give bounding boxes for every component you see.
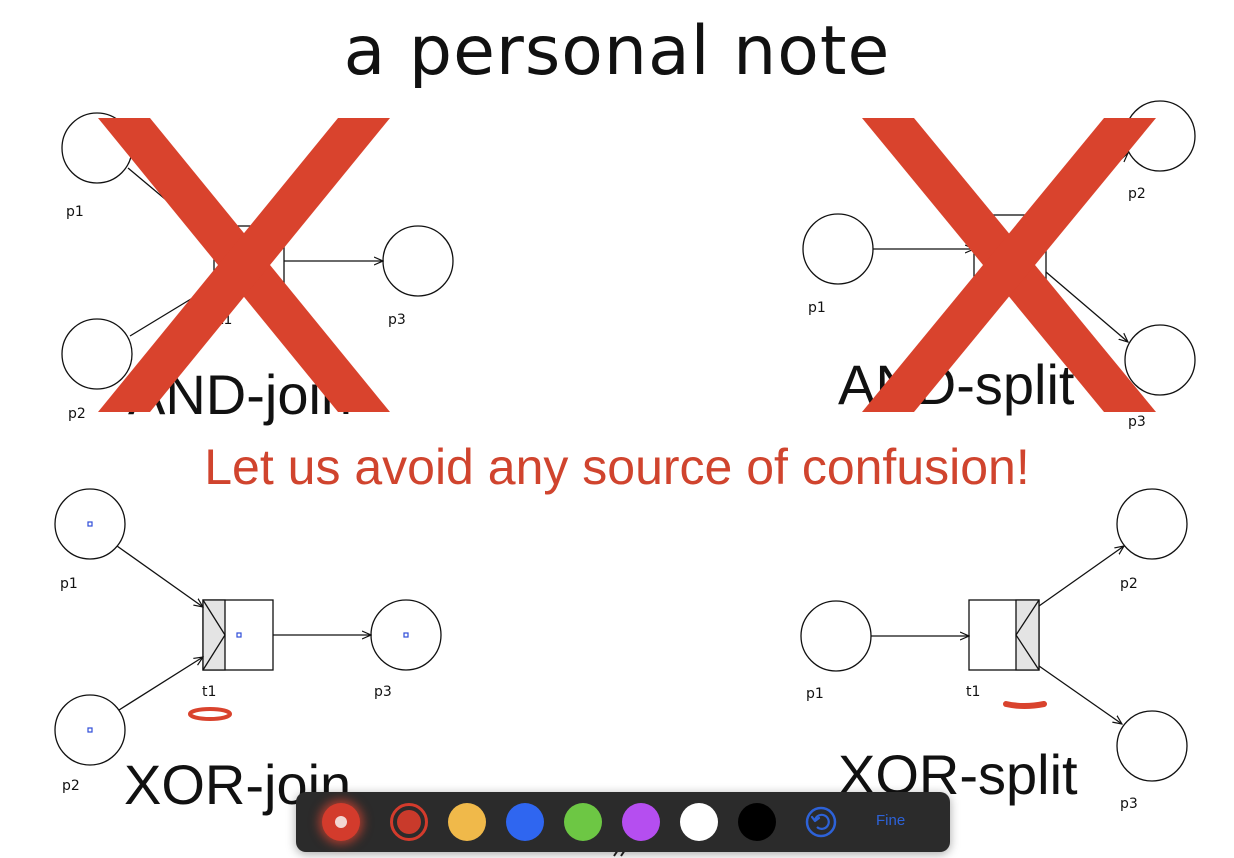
warning-text: Let us avoid any source of confusion! bbox=[204, 439, 1030, 495]
done-button[interactable]: Fine bbox=[876, 812, 905, 829]
color-green[interactable] bbox=[564, 803, 602, 841]
color-black[interactable] bbox=[738, 803, 776, 841]
color-blue[interactable] bbox=[506, 803, 544, 841]
undo-icon[interactable] bbox=[804, 805, 838, 839]
slide-canvas: a personal note p1 p2 t1 p3 p1 p2 p3 p1 … bbox=[0, 0, 1234, 858]
color-red-selected[interactable] bbox=[390, 803, 428, 841]
and-join-cross-mark bbox=[98, 118, 390, 412]
red-annotations bbox=[98, 118, 1156, 721]
color-white[interactable] bbox=[680, 803, 718, 841]
and-split-cross-mark bbox=[862, 118, 1156, 412]
red-scribble-xor-split bbox=[1003, 701, 1047, 709]
color-yellow[interactable] bbox=[448, 803, 486, 841]
red-scribble-xor-join bbox=[188, 707, 232, 721]
pen-tool-icon[interactable] bbox=[322, 803, 360, 841]
color-purple[interactable] bbox=[622, 803, 660, 841]
markup-toolbar: Fine bbox=[296, 792, 950, 852]
